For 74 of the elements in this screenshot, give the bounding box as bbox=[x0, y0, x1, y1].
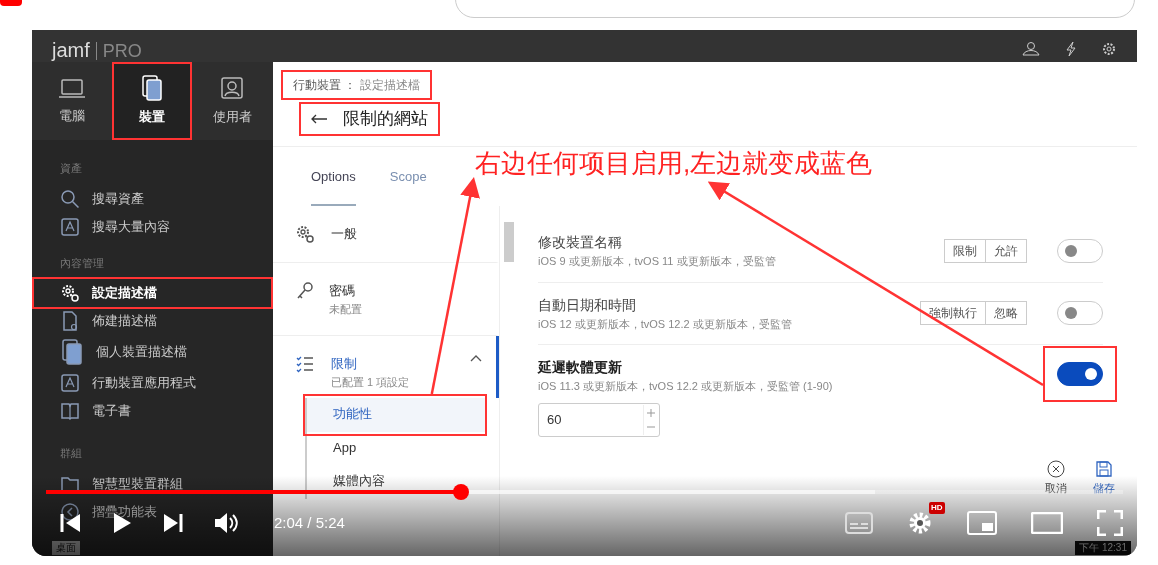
nav-tab[interactable]: 裝置 bbox=[112, 62, 192, 140]
taskbar-label: 桌面 bbox=[52, 541, 80, 555]
app-icon bbox=[60, 373, 80, 393]
nav-tab[interactable]: 電腦 bbox=[32, 62, 112, 140]
back-arrow-icon[interactable] bbox=[311, 113, 327, 124]
sidebar-item[interactable]: 設定描述檔 bbox=[32, 279, 273, 307]
tab[interactable]: Options bbox=[311, 166, 356, 206]
time-display: 2:04 / 5:24 bbox=[274, 512, 345, 533]
setting-title: 自動日期和時間 bbox=[538, 295, 637, 315]
page-title: 限制的網站 bbox=[343, 108, 428, 130]
number-field[interactable]: 60 bbox=[538, 402, 660, 437]
section-heading: 內容管理 bbox=[59, 255, 105, 271]
app-icon bbox=[60, 216, 80, 237]
theater-mode-button[interactable] bbox=[1031, 512, 1063, 534]
user-icon[interactable] bbox=[1021, 42, 1041, 56]
checklist-icon bbox=[295, 354, 315, 374]
save-button[interactable]: 儲存 bbox=[1093, 459, 1115, 496]
setting-title: 修改裝置名稱 bbox=[538, 233, 623, 252]
logo-text: jamf bbox=[52, 40, 90, 60]
gear-icon bbox=[295, 224, 315, 244]
setting-subtitle: iOS 9 或更新版本，tvOS 11 或更新版本，受監管 bbox=[538, 254, 777, 269]
gear-icon bbox=[60, 283, 80, 303]
payload-subitem[interactable]: App bbox=[305, 431, 485, 465]
annotation-text: 右边任何项目启用,左边就变成蓝色 bbox=[475, 147, 873, 180]
sidebar-item[interactable]: 搜尋資產 bbox=[32, 184, 273, 213]
payload-label: 密碼 bbox=[329, 282, 356, 300]
miniplayer-button[interactable] bbox=[967, 511, 997, 535]
payload-item[interactable]: 一般 bbox=[273, 206, 499, 263]
segment-button[interactable]: 忽略 bbox=[986, 301, 1027, 326]
setting-subtitle: iOS 11.3 或更新版本，tvOS 12.2 或更新版本，受監管 (1-90) bbox=[538, 379, 834, 394]
payload-status: 未配置 bbox=[329, 301, 363, 317]
payload-item[interactable]: 密碼 未配置 bbox=[273, 263, 499, 336]
subtitles-button[interactable] bbox=[845, 512, 873, 534]
sidebar-item[interactable]: 搜尋大量內容 bbox=[32, 212, 273, 241]
breadcrumb: 行動裝置 ： 設定描述檔 bbox=[292, 77, 421, 94]
phone-icon bbox=[60, 339, 84, 365]
payload-status: 已配置 1 項設定 bbox=[331, 374, 411, 390]
toggle-switch[interactable] bbox=[1057, 361, 1103, 386]
fullscreen-button[interactable] bbox=[1097, 510, 1123, 536]
payload-label: 限制 bbox=[331, 355, 358, 373]
sidebar-item[interactable]: 電子書 bbox=[32, 397, 273, 425]
payload-label: 一般 bbox=[331, 225, 358, 243]
segment-button[interactable]: 允許 bbox=[986, 238, 1027, 263]
next-button[interactable] bbox=[162, 513, 184, 533]
chevron-icon[interactable] bbox=[470, 354, 482, 362]
edition-label: PRO bbox=[95, 42, 142, 60]
user-icon bbox=[219, 75, 245, 102]
arrow-circle-icon bbox=[60, 501, 80, 522]
cancel-button[interactable]: 取消 bbox=[1045, 459, 1067, 496]
quality-badge: HD bbox=[929, 502, 945, 514]
previous-button[interactable] bbox=[60, 513, 82, 533]
segment-button[interactable]: 限制 bbox=[944, 238, 986, 263]
laptop-icon bbox=[58, 76, 86, 101]
lightning-icon[interactable] bbox=[1065, 42, 1077, 56]
settings-icon[interactable] bbox=[1101, 42, 1117, 56]
search-icon bbox=[60, 188, 80, 209]
nav-tab[interactable]: 使用者 bbox=[192, 62, 272, 140]
settings-button[interactable] bbox=[907, 510, 933, 536]
phone-icon bbox=[140, 75, 164, 102]
section-heading: 資產 bbox=[59, 161, 83, 176]
section-heading: 群組 bbox=[59, 446, 83, 461]
volume-button[interactable] bbox=[214, 512, 238, 534]
sidebar-item[interactable]: 個人裝置描述檔 bbox=[32, 335, 273, 369]
close-icon bbox=[1047, 459, 1065, 478]
book-icon bbox=[60, 401, 80, 421]
sidebar-item[interactable]: 佈建描述檔 bbox=[32, 307, 273, 335]
scrollbar[interactable] bbox=[504, 222, 514, 262]
setting-title: 延遲軟體更新 bbox=[538, 358, 623, 377]
payload-subitem[interactable]: 功能性 bbox=[305, 398, 485, 432]
setting-subtitle: iOS 12 或更新版本，tvOS 12.2 或更新版本，受監管 bbox=[538, 316, 793, 332]
sidebar-item[interactable]: 行動裝置應用程式 bbox=[32, 369, 273, 397]
taskbar-clock: 下午 12:31 bbox=[1075, 541, 1131, 555]
key-icon bbox=[295, 281, 313, 301]
document-icon bbox=[60, 311, 80, 331]
